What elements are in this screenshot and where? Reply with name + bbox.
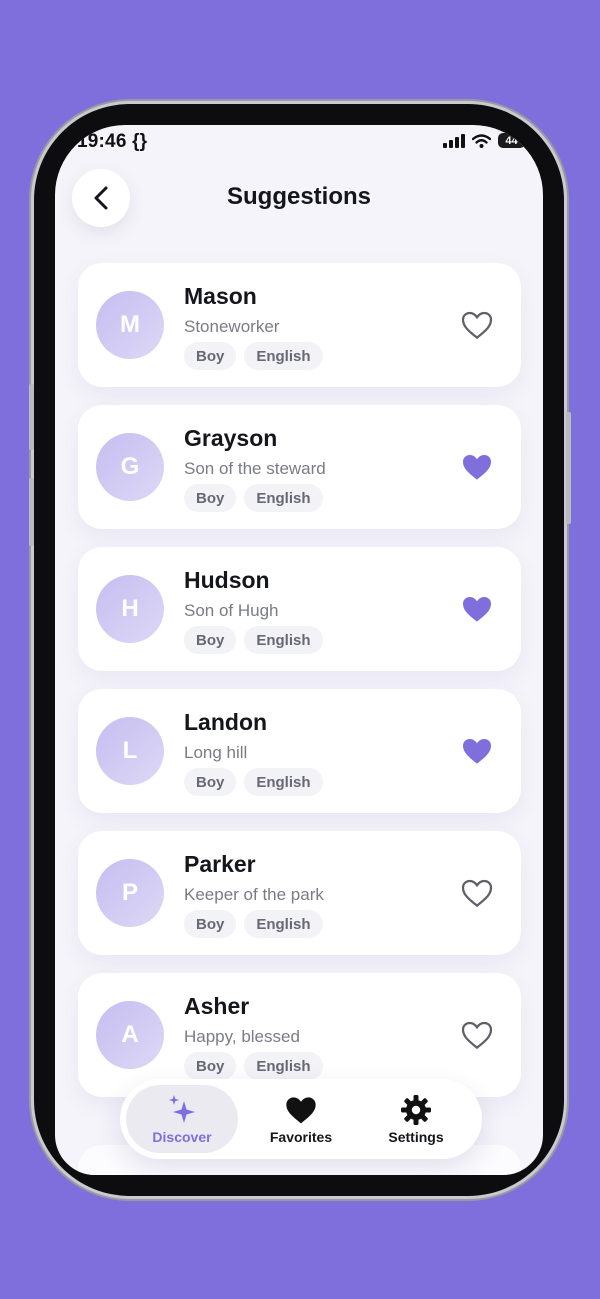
heart-filled-icon [463, 739, 491, 764]
avatar: M [96, 291, 164, 359]
battery-level: 44 [505, 134, 518, 147]
tag-group: Boy English [184, 484, 323, 512]
origin-tag: English [244, 768, 323, 796]
heart-icon [285, 1093, 317, 1127]
sparkles-icon [165, 1093, 199, 1127]
origin-tag: English [244, 910, 323, 938]
tab-settings-label: Settings [388, 1129, 444, 1145]
power-button [566, 412, 571, 524]
favorite-button[interactable] [459, 307, 495, 343]
wifi-icon [472, 133, 491, 148]
favorite-button[interactable] [459, 733, 495, 769]
tag-group: Boy English [184, 910, 323, 938]
name-title: Hudson [184, 567, 270, 593]
status-indicators: 44 [443, 133, 525, 148]
tag-group: Boy English [184, 1052, 323, 1080]
tab-discover[interactable]: Discover [126, 1085, 238, 1153]
tag-group: Boy English [184, 342, 323, 370]
name-card[interactable]: P Parker Keeper of the park Boy English [78, 831, 521, 955]
name-meaning: Son of Hugh [184, 601, 279, 620]
name-title: Parker [184, 851, 256, 877]
name-meaning: Son of the steward [184, 459, 326, 478]
gender-tag: Boy [184, 626, 237, 654]
action-button [29, 384, 34, 450]
heart-outline-icon [461, 311, 493, 340]
tab-discover-label: Discover [152, 1129, 212, 1145]
name-meaning: Happy, blessed [184, 1027, 300, 1046]
nav-header: Suggestions [55, 169, 543, 229]
avatar: H [96, 575, 164, 643]
name-card[interactable]: G Grayson Son of the steward Boy English [78, 405, 521, 529]
name-title: Asher [184, 993, 250, 1019]
battery-icon: 44 [498, 133, 525, 148]
name-card[interactable]: M Mason Stoneworker Boy English [78, 263, 521, 387]
name-title: Mason [184, 283, 257, 309]
name-meaning: Stoneworker [184, 317, 280, 336]
tab-bar: Discover Favorites Settings [120, 1079, 482, 1159]
favorite-button[interactable] [459, 875, 495, 911]
gear-icon [400, 1093, 432, 1127]
avatar: G [96, 433, 164, 501]
heart-filled-icon [463, 455, 491, 480]
name-meaning: Keeper of the park [184, 885, 324, 904]
name-card[interactable]: L Landon Long hill Boy English [78, 689, 521, 813]
tag-group: Boy English [184, 768, 323, 796]
name-title: Grayson [184, 425, 278, 451]
tag-group: Boy English [184, 626, 323, 654]
status-time: 19:46 {} [77, 131, 148, 152]
heart-filled-icon [463, 597, 491, 622]
name-meaning: Long hill [184, 743, 248, 762]
tab-favorites-label: Favorites [269, 1129, 333, 1145]
page-title: Suggestions [226, 183, 371, 210]
tab-favorites[interactable]: Favorites [245, 1085, 357, 1153]
gender-tag: Boy [184, 768, 237, 796]
status-bar: 19:46 {} 44 [55, 125, 543, 159]
favorite-button[interactable] [459, 591, 495, 627]
gender-tag: Boy [184, 484, 237, 512]
heart-outline-icon [461, 1021, 493, 1050]
favorite-button[interactable] [459, 449, 495, 485]
heart-outline-icon [461, 879, 493, 908]
tab-settings[interactable]: Settings [360, 1085, 472, 1153]
avatar: L [96, 717, 164, 785]
signal-icon [443, 133, 465, 148]
avatar: P [96, 859, 164, 927]
gender-tag: Boy [184, 342, 237, 370]
gender-tag: Boy [184, 1052, 237, 1080]
favorite-button[interactable] [459, 1017, 495, 1053]
origin-tag: English [244, 342, 323, 370]
avatar: A [96, 1001, 164, 1069]
name-title: Landon [184, 709, 268, 735]
origin-tag: English [244, 626, 323, 654]
origin-tag: English [244, 484, 323, 512]
app-screen: 19:46 {} 44 Suggestions M Mason Stoneworke… [55, 125, 543, 1175]
volume-button [29, 478, 34, 546]
origin-tag: English [244, 1052, 323, 1080]
name-card[interactable]: H Hudson Son of Hugh Boy English [78, 547, 521, 671]
gender-tag: Boy [184, 910, 237, 938]
